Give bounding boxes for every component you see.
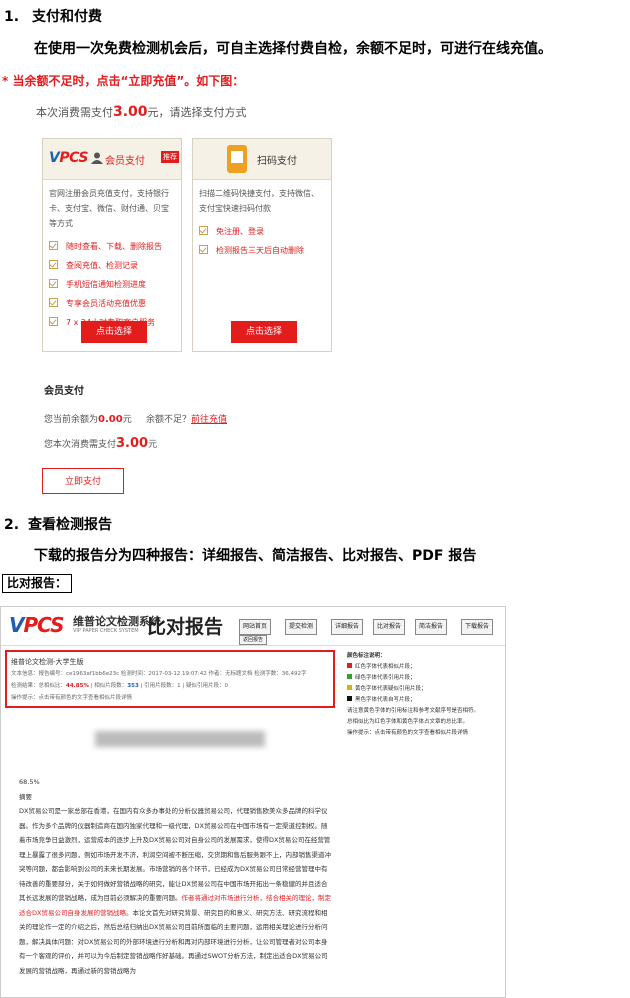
- legend-item: 黑色字体代表自写片段；: [347, 695, 503, 706]
- report-meta-line2: 检测结果：总相似比：44.85% | 相似片段数：353 | 引用片段数：1 |…: [11, 683, 228, 689]
- recommend-badge: 推荐: [161, 151, 179, 163]
- compare-report-screenshot: VPCS 维普论文检测系统 VIP PAPER CHECK SYSTEM 比对报…: [0, 606, 506, 998]
- report-system-en: VIP PAPER CHECK SYSTEM: [73, 628, 139, 634]
- member-pay-card[interactable]: VPCS 会员支付 推荐 官网注册会员充值支付，支持银行卡、支付宝、微信、财付通…: [42, 138, 182, 352]
- nav-download-button[interactable]: 下载报告: [461, 619, 494, 635]
- report-vpcs-logo: VPCS: [9, 613, 65, 637]
- member-pay-features: 随时查看、下载、删除报告 查阅充值、检测记录 手机短信通知检测进度 专享会员活动…: [43, 237, 181, 332]
- nav-detail-button[interactable]: 详细报告: [331, 619, 364, 635]
- payment-line-suffix: 元，请选择支付方式: [147, 106, 247, 119]
- section-1-number: 1.: [4, 9, 20, 25]
- scan-pay-description: 扫描二维码快捷支付，支持微信、支付宝快速扫码付款: [199, 189, 319, 213]
- member-select-button[interactable]: 点击选择: [81, 321, 147, 343]
- checkbox-icon: [49, 241, 58, 250]
- scan-pay-features: 免注册、登录 检测报告三天后自动删除: [193, 222, 331, 260]
- feature-item: 检测报告三天后自动删除: [199, 241, 331, 260]
- consume-amount: 3.00: [116, 436, 149, 451]
- blurred-paper-title: [95, 731, 265, 747]
- nav-home-button[interactable]: 网站首页: [239, 619, 272, 635]
- fragments-value: 353: [127, 683, 139, 689]
- scan-select-button[interactable]: 点击选择: [231, 321, 297, 343]
- nav-brief-button[interactable]: 简洁报告: [415, 619, 448, 635]
- legend-note: 请注意黄色字体的引用标注和参考文献序号是否相符。: [347, 708, 480, 714]
- section-1-intro: 在使用一次免费检测机会后，可自主选择付费自检，余额不足时，可进行在线充值。: [34, 41, 552, 57]
- compare-report-label: 比对报告：: [2, 574, 73, 593]
- section-2-number: 2.: [4, 517, 20, 533]
- consume-line: 您本次消费需支付3.00元: [44, 436, 158, 451]
- checkbox-icon: [199, 226, 208, 235]
- payment-line-amount: 3.00: [113, 104, 148, 120]
- member-pay-section-title: 会员支付: [44, 386, 84, 397]
- feature-item: 免注册、登录: [199, 222, 331, 241]
- section-1-note: * 当余额不足时，点击“立即充值”。如下图：: [2, 74, 245, 88]
- body-heading: 摘要: [19, 792, 32, 801]
- section-2-intro: 下载的报告分为四种报告：详细报告、简洁报告、比对报告、PDF 报告: [34, 548, 477, 564]
- legend-title: 颜色标注说明：: [347, 653, 386, 659]
- report-header: VPCS 维普论文检测系统 VIP PAPER CHECK SYSTEM 比对报…: [1, 607, 505, 646]
- nav-compare-button[interactable]: 比对报告: [373, 619, 406, 635]
- feature-item: 手机短信通知检测进度: [49, 275, 181, 294]
- balance-amount: 0.00: [98, 414, 123, 425]
- legend-note: 操作提示：点击带有颜色的文字查看相似片段详情: [347, 730, 469, 736]
- legend-item: 绿色字体代表引用片段；: [347, 673, 503, 684]
- checkbox-icon: [49, 298, 58, 307]
- legend-item: 黄色字体代表疑似引用片段；: [347, 684, 503, 695]
- report-meta-line1: 文本信息：报告编号：ce1963af1bb6e23c 检测时间：2017-03-…: [11, 671, 307, 677]
- member-pay-title: 会员支付: [105, 156, 145, 167]
- body-percent: 68.5%: [19, 778, 40, 786]
- feature-item: 随时查看、下载、删除报告: [49, 237, 181, 256]
- section-1-heading: 1. 支付和付费: [4, 6, 102, 26]
- scan-pay-title: 扫码支付: [257, 156, 297, 167]
- section-1-title: 支付和付费: [32, 9, 102, 25]
- checkbox-icon: [49, 279, 58, 288]
- member-pay-description: 官网注册会员充值支付，支持银行卡、支付宝、微信、财付通、贝宝等方式: [49, 189, 169, 228]
- section-2-heading: 2. 查看检测报告: [4, 514, 112, 534]
- vpcs-logo: VPCS: [49, 150, 88, 166]
- legend-item: 红色字体代表相似片段；: [347, 662, 503, 673]
- payment-line-prefix: 本次消费需支付: [36, 106, 113, 119]
- checkbox-icon: [199, 245, 208, 254]
- payment-amount-line: 本次消费需支付3.00元，请选择支付方式: [36, 104, 247, 120]
- body-paragraph: DX贸易公司是一家总部在香港，在国内有众多办事处的分析仪器贸易公司，代理销售欧美…: [19, 807, 331, 975]
- report-meta-line3: 操作提示：点击带有颜色的文字查看相似片段详情: [11, 695, 133, 701]
- checkbox-icon: [49, 260, 58, 269]
- nav-submit-button[interactable]: 提交检测: [285, 619, 318, 635]
- member-pay-card-header: VPCS 会员支付 推荐: [43, 139, 181, 180]
- feature-item: 专享会员活动充值优惠: [49, 294, 181, 313]
- checkbox-icon: [49, 317, 58, 326]
- recharge-link[interactable]: 前往充值: [191, 415, 227, 425]
- balance-line: 您当前余额为0.00元 余额不足？前往充值: [44, 414, 228, 425]
- pay-now-button[interactable]: 立即支付: [42, 468, 124, 494]
- feature-item: 查阅充值、检测记录: [49, 256, 181, 275]
- report-meta-box: 维普论文检测-大学生版 文本信息：报告编号：ce1963af1bb6e23c 检…: [5, 650, 335, 708]
- report-body-text: 68.5% 摘要 DX贸易公司是一家总部在香港，在国内有众多办事处的分析仪器贸易…: [19, 775, 333, 978]
- person-icon: [91, 152, 103, 164]
- qr-phone-icon: [227, 145, 247, 173]
- similarity-value: 44.85%: [66, 683, 89, 689]
- report-big-title: 比对报告: [147, 616, 224, 638]
- section-2-title: 查看检测报告: [28, 517, 112, 533]
- scan-pay-card[interactable]: 扫码支付 扫描二维码快捷支付，支持微信、支付宝快速扫码付款 免注册、登录 检测报…: [192, 138, 332, 352]
- scan-pay-card-header: 扫码支付: [193, 139, 331, 180]
- report-meta-title: 维普论文检测-大学生版: [11, 658, 84, 666]
- report-legend: 颜色标注说明： 红色字体代表相似片段； 绿色字体代表引用片段； 黄色字体代表疑似…: [347, 651, 503, 739]
- nav-back-button[interactable]: 返回报告: [239, 635, 268, 645]
- legend-note: 总相似比为红色字体和黄色字体占文章的总比率。: [347, 719, 469, 725]
